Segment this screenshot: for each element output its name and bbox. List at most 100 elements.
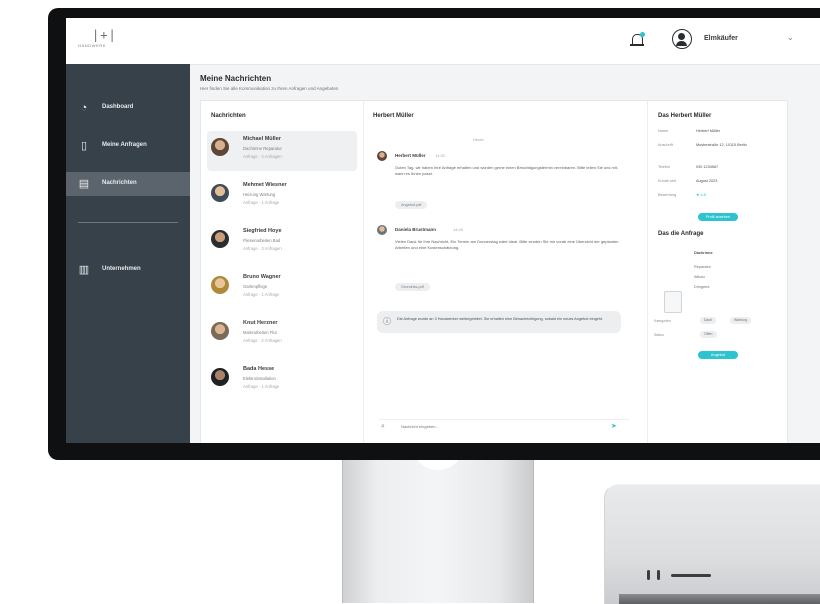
contact-meta: Anfrage · 2 Anfragen <box>243 338 282 343</box>
message-sender: Daniela Brustmann <box>395 227 437 232</box>
sidebar-item-requests[interactable]: ▯ Meine Anfragen <box>66 134 190 158</box>
conversation-list: Nachrichten Michael Müller Dachrinne Rep… <box>201 101 364 443</box>
sidebar: ◔ Dashboard ▯ Meine Anfragen ▤ Nachricht… <box>66 64 190 443</box>
list-heading: Nachrichten <box>211 113 246 119</box>
desktop-computer <box>604 484 820 604</box>
sidebar-item-messages[interactable]: ▤ Nachrichten <box>66 172 190 196</box>
chat-message: Herbert Müller 14:32 Guten Tag, wir habe… <box>373 151 635 211</box>
contact-name: Bada Hesse <box>243 366 275 372</box>
message-text: Vielen Dank für Ihre Nachricht. Ein Term… <box>395 239 619 250</box>
status-label: Status <box>654 333 664 337</box>
contact-subject: Malerarbeiten Flur <box>243 330 277 335</box>
send-icon[interactable]: ➤ <box>611 422 617 430</box>
message-sender: Herbert Müller <box>395 153 426 158</box>
contact-subject: Gartenpflege <box>243 284 268 289</box>
detail-row: Telefon 030 1234567 <box>658 165 782 173</box>
user-name[interactable]: Elmkäufer <box>704 35 738 42</box>
detail-row: Anschrift Musterstraße 12, 10115 Berlin <box>658 143 782 157</box>
avatar <box>211 138 229 156</box>
contact-name: Bruno Wagner <box>243 274 281 280</box>
contact-details-heading: Das Herbert Müller <box>658 113 712 119</box>
detail-value: Herbert Müller <box>696 129 721 133</box>
list-item[interactable]: Michael Müller Dachrinne Reparatur Anfra… <box>207 131 357 171</box>
detail-value: August 2023 <box>696 179 718 183</box>
message-time: 14:32 <box>435 153 446 158</box>
contact-name: Knut Herzner <box>243 320 278 326</box>
list-item[interactable]: Bruno Wagner Gartenpflege Anfrage · 1 An… <box>207 269 357 309</box>
detail-key: Anschrift <box>658 143 673 147</box>
request-bullet: Dringend <box>694 285 710 289</box>
detail-key: Kunde seit <box>658 179 676 183</box>
detail-row: Kunde seit August 2023 <box>658 179 782 187</box>
avatar <box>377 151 387 161</box>
system-message-text: Die Anfrage wurde an 3 Handwerker weiter… <box>397 317 604 321</box>
avatar <box>211 276 229 294</box>
sidebar-item-dashboard[interactable]: ◔ Dashboard <box>66 96 190 120</box>
chat-message: Daniela Brustmann 14:40 Vielen Dank für … <box>373 225 635 295</box>
messages-card: Nachrichten Michael Müller Dachrinne Rep… <box>200 100 788 443</box>
chat-heading: Herbert Müller <box>373 113 414 119</box>
monitor-stand <box>342 455 534 603</box>
chat-icon: ▤ <box>78 178 90 190</box>
detail-row: Name Herbert Müller <box>658 129 782 137</box>
contact-meta: Anfrage · 1 Anfrage <box>243 292 280 297</box>
detail-value: ★ 4.8 <box>696 193 706 197</box>
contact-subject: Fliesenarbeiten Bad <box>243 238 281 243</box>
contact-subject: Heizung Wartung <box>243 192 276 197</box>
avatar <box>377 225 387 235</box>
status-badge: Offen <box>700 331 717 338</box>
document-thumbnail[interactable] <box>664 291 682 313</box>
contact-name: Siegfried Hoye <box>243 228 282 234</box>
paperclip-icon[interactable]: ⌕ <box>381 423 385 431</box>
message-composer: ⌕ ➤ <box>379 419 629 434</box>
offer-button[interactable]: Angebot <box>698 351 738 359</box>
chevron-down-icon[interactable]: ⌄ <box>787 33 794 42</box>
page-subtitle: Hier finden Sie alle Kommunikation zu Ih… <box>200 86 339 91</box>
list-item[interactable]: Knut Herzner Malerarbeiten Flur Anfrage … <box>207 315 357 355</box>
list-item[interactable]: Mehmet Wiesner Heizung Wartung Anfrage ·… <box>207 177 357 217</box>
sidebar-item-label: Dashboard <box>102 104 134 110</box>
contact-name: Mehmet Wiesner <box>243 182 287 188</box>
contact-meta: Anfrage · 1 Anfrage <box>243 384 280 389</box>
system-message: ⓘ Die Anfrage wurde an 3 Handwerker weit… <box>377 311 621 333</box>
logo-wordmark: HANDWERK <box>78 43 107 48</box>
contact-meta: Anfrage · 2 Anfragen <box>243 154 282 159</box>
sidebar-item-label: Nachrichten <box>102 180 137 186</box>
app-screen: |+| HANDWERK Elmkäufer ⌄ ◔ Dashboard ▯ M… <box>66 18 820 443</box>
request-bullet: Reparatur <box>694 265 711 269</box>
message-input[interactable] <box>401 422 601 431</box>
logo-mark: |+| <box>92 28 117 42</box>
info-icon: ⓘ <box>383 317 391 326</box>
avatar <box>211 322 229 340</box>
contact-subject: Elektroinstallation <box>243 376 276 381</box>
contact-name: Michael Müller <box>243 136 281 142</box>
contact-meta: Anfrage · 1 Anfrage <box>243 200 280 205</box>
list-item[interactable]: Bada Hesse Elektroinstallation Anfrage ·… <box>207 361 357 401</box>
page-title: Meine Nachrichten <box>200 74 272 83</box>
detail-key: Bewertung <box>658 193 677 197</box>
top-bar: |+| HANDWERK Elmkäufer ⌄ <box>66 18 820 65</box>
user-avatar-icon[interactable] <box>672 29 692 49</box>
contact-subject: Dachrinne Reparatur <box>243 146 282 151</box>
tag-chip[interactable]: Dach <box>700 317 717 324</box>
attachment-chip[interactable]: Angebot.pdf <box>395 201 428 209</box>
attachment-chip[interactable]: Grundriss.pdf <box>395 283 430 291</box>
request-details-heading: Das die Anfrage <box>658 231 704 237</box>
main-content: Meine Nachrichten Hier finden Sie alle K… <box>190 64 820 443</box>
view-profile-button[interactable]: Profil ansehen <box>698 213 738 221</box>
brand-logo[interactable]: |+| HANDWERK <box>78 28 148 56</box>
list-item[interactable]: Siegfried Hoye Fliesenarbeiten Bad Anfra… <box>207 223 357 263</box>
request-bullet: Altbau <box>694 275 705 279</box>
chat-thread: Heute Herbert Müller 14:32 Guten Tag, wi… <box>373 129 637 435</box>
tag-chip[interactable]: Wartung <box>730 317 752 324</box>
detail-key: Telefon <box>658 165 671 169</box>
card-slot <box>671 574 711 577</box>
message-time: 14:40 <box>453 227 464 232</box>
notification-bell-icon[interactable] <box>630 32 645 48</box>
detail-value: 030 1234567 <box>696 165 719 169</box>
message-text: Guten Tag, wir haben Ihre Anfrage erhalt… <box>395 165 618 176</box>
document-icon: ▯ <box>80 140 88 152</box>
detail-row: Bewertung ★ 4.8 <box>658 193 782 201</box>
sidebar-item-company[interactable]: ▥ Unternehmen <box>66 258 190 282</box>
gauge-icon: ◔ <box>80 102 88 114</box>
